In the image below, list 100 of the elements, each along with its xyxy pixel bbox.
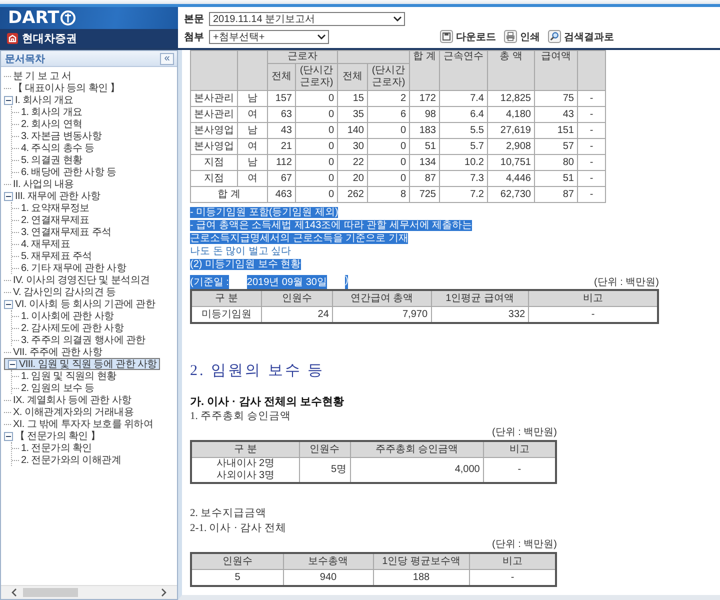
tree-item[interactable]: X. 이해관계자와의 거래내용 xyxy=(4,406,136,418)
table-cell: 43 xyxy=(534,106,578,122)
tree-item[interactable]: 1. 회사의 개요 xyxy=(12,106,84,118)
table-cell: 여 xyxy=(238,138,268,154)
note-text: - 급여 총액은 소득세법 제143조에 따라 관할 세무서에 제출하는 xyxy=(190,220,472,231)
tree-item[interactable]: 2. 연결재무제표 xyxy=(12,214,92,226)
tree-item[interactable]: 4. 재무제표 xyxy=(12,238,72,250)
table-caption: 2. 보수지급금액 xyxy=(190,507,266,521)
tree-item[interactable]: 3. 연결재무제표 주석 xyxy=(12,226,114,238)
tree-item[interactable]: IX. 계열회사 등에 관한 사항 xyxy=(4,394,134,406)
table-cell: 2 xyxy=(368,90,410,106)
table-cell: 0 xyxy=(368,154,410,170)
floppy-disk-icon xyxy=(440,30,453,43)
print-button[interactable]: 인쇄 xyxy=(504,30,540,44)
tree-item[interactable]: V. 감사인의 감사의견 등 xyxy=(4,286,118,298)
table-cell: - xyxy=(578,170,606,186)
table-header-cell: 연간급여 총액 xyxy=(332,290,432,306)
table-header-cell: 총 액 xyxy=(488,50,534,90)
note-text: - 미등기임원 포함(등기임원 제외) xyxy=(190,207,338,218)
tree-item[interactable]: 2. 감사제도에 관한 사항 xyxy=(12,322,126,334)
table-cell: 87 xyxy=(534,186,578,202)
table-header-cell: 비고 xyxy=(528,290,658,306)
printer-icon xyxy=(504,30,517,43)
table-cell: 75 xyxy=(534,90,578,106)
table-header-cell: 보수총액 xyxy=(283,553,373,570)
table-header-cell: 1인평균 급여액 xyxy=(431,290,529,306)
tree-item[interactable]: VII. 주주에 관한 사항 xyxy=(4,346,104,358)
unit-label: (단위 : 백만원) xyxy=(492,538,557,551)
collapse-icon[interactable] xyxy=(8,360,17,368)
table-cell: 0 xyxy=(368,170,410,186)
tree-item[interactable]: 3. 주주의 의결권 행사에 관한 xyxy=(12,334,148,346)
tree-item[interactable]: 분 기 보 고 서 xyxy=(4,70,74,82)
tree-item[interactable]: VI. 이사회 등 회사의 기관에 관한 xyxy=(4,298,158,310)
table-cell: 62,730 xyxy=(488,186,534,202)
tree-item[interactable]: 6. 기타 재무에 관한 사항 xyxy=(12,262,128,274)
tree-item[interactable]: I. 회사의 개요 xyxy=(4,94,76,106)
tree-item[interactable]: 2. 임원의 보수 등 xyxy=(12,382,96,394)
table-cell: 172 xyxy=(410,90,440,106)
table-cell: 지점 xyxy=(190,170,238,186)
table-cell: 5.7 xyxy=(440,138,488,154)
tree-item[interactable]: 1. 전문가의 확인 xyxy=(12,442,94,454)
table-cell: 7.3 xyxy=(440,170,488,186)
tree-item[interactable]: VIII. 임원 및 직원 등에 관한 사항 xyxy=(4,358,160,370)
horizontal-scrollbar[interactable] xyxy=(1,585,177,599)
tree-item[interactable]: IV. 이사의 경영진단 및 분석의견 xyxy=(4,274,152,286)
table-cell: 남 xyxy=(238,90,268,106)
table-header-cell xyxy=(338,50,410,64)
table-cell: 본사관리 xyxy=(190,106,238,122)
document-select[interactable]: 2019.11.14 분기보고서 xyxy=(209,12,405,26)
table-cell: 725 xyxy=(410,186,440,202)
collapse-icon[interactable] xyxy=(4,432,13,440)
tree-item[interactable]: 1. 요약재무정보 xyxy=(12,202,92,214)
attachment-select[interactable]: +첨부선택+ xyxy=(209,30,329,44)
tree-item[interactable]: 5. 의결권 현황 xyxy=(12,154,84,166)
company-name: 현대차증권 xyxy=(22,32,77,46)
tree-item[interactable]: II. 사업의 내용 xyxy=(4,178,76,190)
table-cell: - xyxy=(578,154,606,170)
collapse-icon[interactable] xyxy=(4,96,13,104)
tree-item[interactable]: 2. 전문가와의 이해관계 xyxy=(12,454,123,466)
table-cell: 남 xyxy=(238,154,268,170)
search-results-button[interactable]: 검색결과로 xyxy=(548,30,614,44)
collapse-icon[interactable] xyxy=(4,192,13,200)
download-button[interactable]: 다운로드 xyxy=(440,30,496,44)
table-cell: 남 xyxy=(238,122,268,138)
table-cell: 4,180 xyxy=(488,106,534,122)
table-cell: 0 xyxy=(368,138,410,154)
tree-item[interactable]: 1. 임원 및 직원의 현황 xyxy=(12,370,118,382)
table-cell: 183 xyxy=(410,122,440,138)
tree-item[interactable]: 【 전문가의 확인 】 xyxy=(4,430,102,442)
table-cell: 8 xyxy=(368,186,410,202)
table-cell: 63 xyxy=(268,106,296,122)
table-cell: 87 xyxy=(410,170,440,186)
section-heading: 2. 임원의 보수 등 xyxy=(190,362,324,380)
table-cell: 0 xyxy=(296,90,338,106)
table-cell: 43 xyxy=(268,122,296,138)
table-cell: 35 xyxy=(338,106,368,122)
tree-item[interactable]: XI. 그 밖에 투자자 보호를 위하여 xyxy=(4,418,156,430)
sidebar-title: 문서목차 xyxy=(5,52,45,66)
table-cell: 262 xyxy=(338,186,368,202)
search-icon xyxy=(548,30,561,43)
tree-item[interactable]: 3. 자본금 변동사항 xyxy=(12,130,104,142)
scrollbar-thumb[interactable] xyxy=(23,588,78,597)
tree-item[interactable]: 【 대표이사 등의 확인 】 xyxy=(4,82,122,94)
table-header-cell: 전체 xyxy=(268,64,296,90)
chevron-left-icon[interactable] xyxy=(11,588,17,597)
tree-item[interactable]: III. 재무에 관한 사항 xyxy=(4,190,102,202)
tree-item[interactable]: 4. 주식의 총수 등 xyxy=(12,142,96,154)
table-cell: 67 xyxy=(268,170,296,186)
collapse-icon[interactable] xyxy=(4,300,13,308)
tree-item[interactable]: 2. 회사의 연혁 xyxy=(12,118,84,130)
logo-ring-icon xyxy=(60,10,76,26)
table-cell: 51 xyxy=(534,170,578,186)
table-caption: 2-1. 이사 · 감사 전체 xyxy=(190,522,287,536)
chevron-right-icon[interactable] xyxy=(161,588,167,597)
collapse-sidebar-button[interactable]: « xyxy=(160,52,174,64)
chevron-down-icon xyxy=(317,34,326,40)
tree-item[interactable]: 5. 재무제표 주석 xyxy=(12,250,94,262)
tree-item[interactable]: 1. 이사회에 관한 사항 xyxy=(12,310,116,322)
table-cell: 22 xyxy=(338,154,368,170)
tree-item[interactable]: 6. 배당에 관한 사항 등 xyxy=(12,166,118,178)
